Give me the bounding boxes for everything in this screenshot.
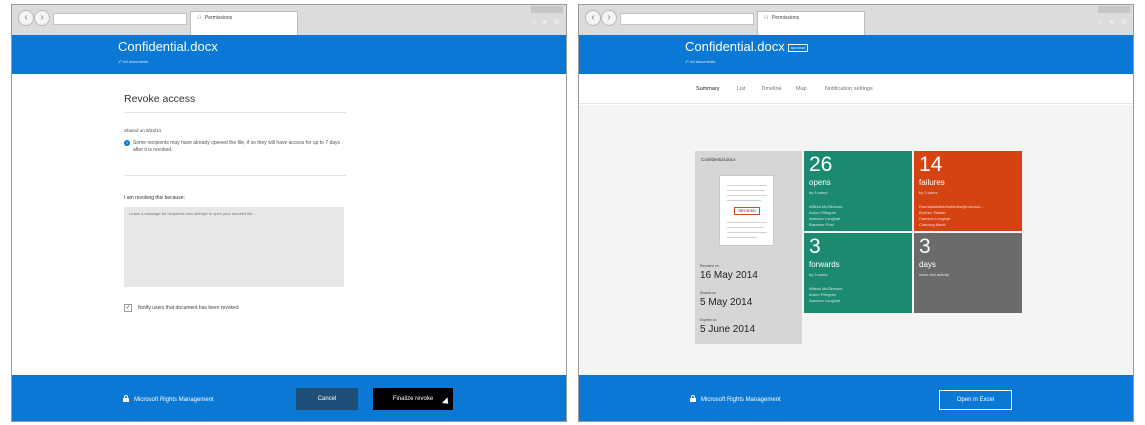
thumb-line [727,200,761,201]
tab-list[interactable]: List [737,86,746,92]
tab-timeline[interactable]: Timeline [761,86,782,92]
failures-user-list: Roundslandistributionlist@microso... Bro… [919,204,984,228]
user-name: Aamson Longhair [809,298,841,303]
forwards-subtitle: by 3 users [809,272,828,277]
window-controls[interactable] [531,6,563,13]
thumb-line [727,190,765,191]
revoked-stamp: REVOKED [734,207,760,215]
info-icon: i [124,140,130,146]
browser-icons[interactable]: ⌂ ★ ⚙ [531,18,562,26]
failures-subtitle: by 3 users [919,190,938,195]
opens-subtitle: by 5 users [809,190,828,195]
thumb-line [727,185,767,186]
tab-bar: Summary List Timeline Map Notification s… [579,74,1133,104]
browser-toolbar: ‹ › ⚇ Permissions ⌂ ★ ⚙ [579,5,1133,35]
cancel-button[interactable]: Cancel [296,388,358,410]
divider [124,175,346,176]
expires-on-label: Expires on [700,318,717,322]
info-text: Some recipients may have already opened … [133,140,341,153]
user-group-icon: ⚇ [764,15,769,21]
app-header: Confidential.docx ⤺ All documents [12,35,566,74]
brand-logo: Microsoft Rights Management [690,395,781,403]
window-controls[interactable] [1098,6,1130,13]
revoked-on-label: Revoked on [700,264,719,268]
forward-icon[interactable]: › [601,10,617,26]
failures-label: failures [919,178,945,187]
brand-label: Microsoft Rights Management [134,397,214,403]
finalize-revoke-button[interactable]: Finalize revoke [373,388,453,410]
shared-on-date: Shared on 9/23/14 [124,128,162,133]
tab-summary[interactable]: Summary [696,86,720,92]
back-icon[interactable]: ‹ [585,10,601,26]
browser-tab-permissions[interactable]: ⚇ Permissions [190,11,298,35]
thumb-line [727,237,757,238]
shared-on-date: 5 May 2014 [700,297,753,308]
address-bar[interactable] [620,13,754,25]
footer-bar: Microsoft Rights Management [579,375,1133,421]
days-count: 3 [919,235,931,258]
breadcrumb-all-documents[interactable]: ⤺ All documents [118,59,148,64]
forwards-tile[interactable]: 3 forwards by 3 users Affleck McGibbons … [804,233,912,313]
lock-icon [690,395,696,402]
summary-window: ‹ › ⚇ Permissions ⌂ ★ ⚙ Confidential.doc… [578,4,1134,422]
tab-map[interactable]: Map [796,86,807,92]
doc-card-title: Confidential.docx [701,157,736,162]
opens-tile[interactable]: 26 opens by 5 users Affleck McGibbons Ar… [804,151,912,231]
footer-bar: Microsoft Rights Management [12,375,566,421]
notify-checkbox[interactable]: ✓ [124,304,132,312]
browser-tab-label: Permissions [771,15,800,21]
breadcrumb-all-documents[interactable]: ⤺ All documents [685,59,715,64]
thumb-line [727,227,764,228]
thumb-line [727,232,767,233]
app-header: Confidential.docx REVOKED ⤺ All documents [579,35,1133,74]
forwards-count: 3 [809,235,821,258]
notify-label: Notify users that document has been revo… [138,305,239,311]
opens-user-list: Affleck McGibbons Arden Fillegree Aamson… [809,204,842,228]
info-message: i Some recipients may have already opene… [124,140,350,154]
user-name: Basmine Post [809,222,834,227]
forwards-user-list: Affleck McGibbons Arden Fillegree Aamson… [809,286,842,304]
thumb-line [727,222,767,223]
page-title: Revoke access [124,93,196,105]
document-title: Confidential.docx REVOKED [685,39,809,54]
lock-icon [123,395,129,402]
divider [124,112,346,113]
revoked-badge: REVOKED [787,44,809,52]
forward-icon[interactable]: › [34,10,50,26]
failures-count: 14 [919,153,943,176]
brand-logo: Microsoft Rights Management [123,395,214,403]
days-tile[interactable]: 3 days since last activity [914,233,1022,313]
reason-label: I am revoking this because: [124,195,185,201]
days-subtitle: since last activity [919,272,950,277]
document-card: Confidential.docx REVOKED Revoked on 16 … [695,151,802,344]
forwards-label: forwards [809,260,840,269]
days-label: days [919,260,936,269]
address-bar[interactable] [53,13,187,25]
browser-tab-label: Permissions [204,15,233,21]
tab-notification-settings[interactable]: Notification settings [825,86,873,92]
document-title-text: Confidential.docx [685,39,785,54]
user-group-icon: ⚇ [197,15,202,21]
notify-row[interactable]: ✓ Notify users that document has been re… [124,304,239,312]
browser-icons[interactable]: ⌂ ★ ⚙ [1098,18,1129,26]
document-title: Confidential.docx [118,39,218,54]
shared-on-label: Shared on [700,291,717,295]
opens-count: 26 [809,153,833,176]
brand-label: Microsoft Rights Management [701,397,781,403]
browser-tab-permissions[interactable]: ⚇ Permissions [757,11,865,35]
back-icon[interactable]: ‹ [18,10,34,26]
revoke-access-window: ‹ › ⚇ Permissions ⌂ ★ ⚙ Confidential.doc… [11,4,567,422]
thumb-line [727,195,767,196]
reason-textarea[interactable] [124,207,344,287]
expires-on-date: 5 June 2014 [700,324,756,335]
document-thumbnail: REVOKED [719,175,774,246]
user-name: Clancing Monk [919,222,946,227]
failures-tile[interactable]: 14 failures by 3 users Roundslandistribu… [914,151,1022,231]
revoked-on-date: 16 May 2014 [700,270,758,281]
open-in-excel-button[interactable]: Open in Excel [939,390,1012,410]
browser-toolbar: ‹ › ⚇ Permissions ⌂ ★ ⚙ [12,5,566,35]
opens-label: opens [809,178,831,187]
